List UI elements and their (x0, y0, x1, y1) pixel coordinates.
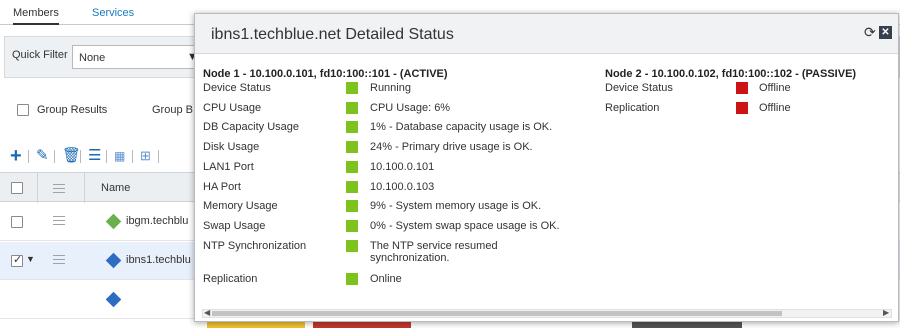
list-icon[interactable]: ☰ (88, 146, 101, 166)
status-ok-icon (346, 102, 358, 114)
node1-label: HA Port (203, 181, 241, 193)
scroll-left-icon[interactable]: ◀ (204, 308, 210, 317)
status-error-icon (736, 82, 748, 94)
column-divider (37, 173, 38, 203)
status-ok-icon (346, 141, 358, 153)
node2-label: Replication (605, 102, 660, 114)
dialog-header: ibns1.techblue.net Detailed Status ⟳ ✕ (195, 14, 898, 54)
quick-filter-select[interactable]: None ▼ (72, 45, 202, 69)
group-by-label: Group B (152, 104, 193, 116)
edit-icon[interactable]: ✎ (36, 146, 49, 166)
tab-members[interactable]: Members (13, 7, 59, 25)
toolbar-divider (106, 150, 107, 163)
node1-label: Disk Usage (203, 141, 260, 153)
select-all-checkbox[interactable] (11, 182, 23, 194)
csv-icon[interactable]: ▦ (114, 146, 125, 166)
status-ok-icon (346, 240, 358, 252)
node2-title: Node 2 - 10.100.0.102, fd10:100::102 - (… (605, 68, 857, 80)
node1-value: 24% - Primary drive usage is OK. (370, 141, 533, 153)
node2-label: Device Status (605, 82, 673, 94)
group-results-checkbox[interactable] (17, 104, 29, 116)
node1-value: Online (370, 273, 402, 285)
row-menu-caret-icon[interactable]: ▼ (26, 254, 35, 264)
node1-label: Replication (203, 273, 258, 285)
node1-value: 10.100.0.101 (370, 161, 435, 173)
node1-label: NTP Synchronization (203, 240, 307, 252)
row-checkbox[interactable] (11, 216, 23, 228)
toolbar-divider (54, 150, 55, 163)
dialog-title: ibns1.techblue.net Detailed Status (211, 26, 454, 43)
node1-label: CPU Usage (203, 102, 262, 114)
toolbar-divider (158, 150, 159, 163)
grid-member-icon (105, 291, 122, 308)
status-ok-icon (346, 161, 358, 173)
grid-member-icon (105, 213, 122, 230)
add-icon[interactable]: + (10, 146, 22, 166)
drag-handle-icon (53, 184, 65, 196)
node1-value: 0% - System swap space usage is OK. (370, 220, 560, 232)
close-icon[interactable]: ✕ (879, 26, 892, 39)
scrollbar-thumb[interactable] (212, 311, 782, 316)
node1-label: Memory Usage (203, 200, 278, 212)
node1-value: Running (370, 82, 411, 94)
quick-filter-value: None (79, 52, 106, 64)
node1-label: Swap Usage (203, 220, 266, 232)
drag-handle-icon[interactable] (53, 255, 65, 267)
refresh-icon[interactable]: ⟳ (864, 24, 876, 41)
status-ok-icon (346, 82, 358, 94)
status-error-icon (736, 102, 748, 114)
group-results-label: Group Results (37, 104, 108, 116)
row-checkbox[interactable]: ✓ (11, 254, 23, 267)
node1-value: 10.100.0.103 (370, 181, 435, 193)
column-divider (84, 173, 85, 203)
node2-value: Offline (759, 102, 791, 114)
node1-title: Node 1 - 10.100.0.101, fd10:100::101 - (… (203, 68, 448, 80)
node1-label: LAN1 Port (203, 161, 254, 173)
status-ok-icon (346, 181, 358, 193)
node1-value: The NTP service resumed (370, 240, 498, 252)
node1-value: CPU Usage: 6% (370, 102, 451, 114)
quick-filter-label: Quick Filter (12, 49, 68, 61)
column-name-header[interactable]: Name (101, 182, 130, 194)
drag-handle-icon[interactable] (53, 216, 65, 228)
delete-icon[interactable]: 🗑 (62, 146, 81, 166)
toolbar-divider (80, 150, 81, 163)
horizontal-scrollbar[interactable]: ◀ ▶ (202, 308, 892, 318)
node1-label: Device Status (203, 82, 271, 94)
node1-label: DB Capacity Usage (203, 121, 299, 133)
status-ok-icon (346, 220, 358, 232)
node1-value: 1% - Database capacity usage is OK. (370, 121, 553, 133)
status-ok-icon (346, 273, 358, 285)
tab-services[interactable]: Services (92, 7, 134, 19)
status-ok-icon (346, 121, 358, 133)
member-name[interactable]: ibns1.techblu (126, 254, 191, 266)
toolbar-divider (132, 150, 133, 163)
toolbar-divider (28, 150, 29, 163)
columns-icon[interactable]: ⊞ (140, 146, 151, 166)
detailed-status-dialog: ibns1.techblue.net Detailed Status ⟳ ✕ N… (194, 13, 899, 322)
node2-value: Offline (759, 82, 791, 94)
node1-value: 9% - System memory usage is OK. (370, 200, 542, 212)
node1-value-cont: synchronization. (370, 252, 450, 264)
member-name[interactable]: ibgm.techblu (126, 215, 188, 227)
checkmark-icon: ✓ (13, 254, 23, 266)
scroll-right-icon[interactable]: ▶ (883, 308, 889, 317)
grid-member-icon (105, 252, 122, 269)
status-ok-icon (346, 200, 358, 212)
